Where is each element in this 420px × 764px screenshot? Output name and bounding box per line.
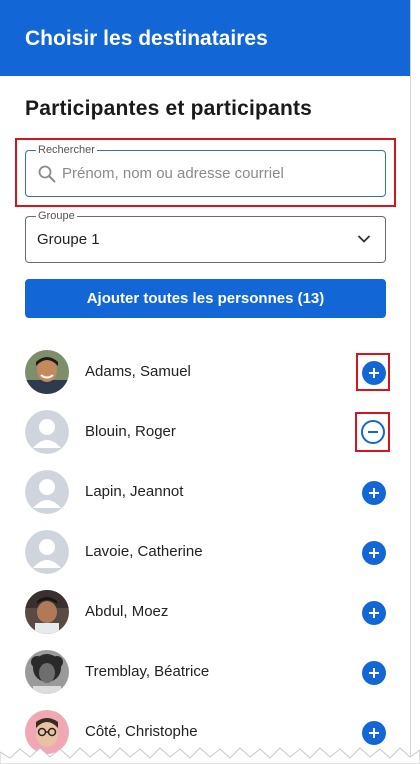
- group-select-value: Groupe 1: [37, 231, 100, 248]
- participant-name: Côté, Christophe: [85, 723, 198, 740]
- minus-icon: [368, 431, 378, 433]
- search-input[interactable]: Rechercher Prénom, nom ou adresse courri…: [25, 143, 386, 197]
- plus-icon: [369, 548, 379, 558]
- plus-icon: [369, 668, 379, 678]
- add-participant-button[interactable]: [362, 601, 386, 625]
- participant-name: Lapin, Jeannot: [85, 483, 184, 500]
- avatar: [25, 590, 69, 634]
- user-placeholder-icon: [25, 470, 69, 514]
- add-participant-button[interactable]: [362, 541, 386, 565]
- panel-header: Choisir les destinataires: [0, 0, 410, 76]
- participant-name: Tremblay, Béatrice: [85, 663, 210, 680]
- user-placeholder-icon: [25, 410, 69, 454]
- avatar: [25, 350, 69, 394]
- torn-edge-divider: [0, 747, 420, 764]
- add-participant-button[interactable]: [362, 481, 386, 505]
- search-placeholder: Prénom, nom ou adresse courriel: [62, 165, 284, 182]
- plus-icon: [369, 728, 379, 738]
- avatar: [25, 470, 69, 514]
- participant-row: Adams, Samuel: [0, 343, 410, 403]
- participant-name: Abdul, Moez: [85, 603, 169, 620]
- group-label: Groupe: [36, 209, 77, 223]
- group-select[interactable]: Groupe Groupe 1: [25, 209, 386, 263]
- avatar: [25, 650, 69, 694]
- user-placeholder-icon: [25, 530, 69, 574]
- search-label: Rechercher: [36, 143, 97, 157]
- participant-name: Adams, Samuel: [85, 363, 191, 380]
- recipient-panel: Choisir les destinataires Participantes …: [0, 0, 411, 764]
- participant-row: Lavoie, Catherine: [0, 523, 410, 583]
- add-participant-button[interactable]: [362, 661, 386, 685]
- remove-participant-button[interactable]: [361, 420, 385, 444]
- section-title: Participantes et participants: [25, 97, 313, 120]
- participant-row: Lapin, Jeannot: [0, 463, 410, 523]
- participant-row: Abdul, Moez: [0, 583, 410, 643]
- plus-icon: [369, 368, 379, 378]
- person-photo-icon: [25, 350, 69, 394]
- search-icon: [38, 165, 56, 183]
- person-photo-icon: [25, 590, 69, 634]
- participant-row: Blouin, Roger: [0, 403, 410, 463]
- plus-icon: [369, 608, 379, 618]
- participant-name: Blouin, Roger: [85, 423, 176, 440]
- add-participant-button[interactable]: [362, 721, 386, 745]
- participant-row: Tremblay, Béatrice: [0, 643, 410, 703]
- panel-title: Choisir les destinataires: [25, 27, 268, 50]
- avatar: [25, 410, 69, 454]
- add-all-button[interactable]: Ajouter toutes les personnes (13): [25, 279, 386, 318]
- avatar: [25, 530, 69, 574]
- chevron-down-icon: [357, 235, 371, 243]
- person-photo-icon: [25, 650, 69, 694]
- participant-name: Lavoie, Catherine: [85, 543, 203, 560]
- plus-icon: [369, 488, 379, 498]
- add-participant-button[interactable]: [362, 361, 386, 385]
